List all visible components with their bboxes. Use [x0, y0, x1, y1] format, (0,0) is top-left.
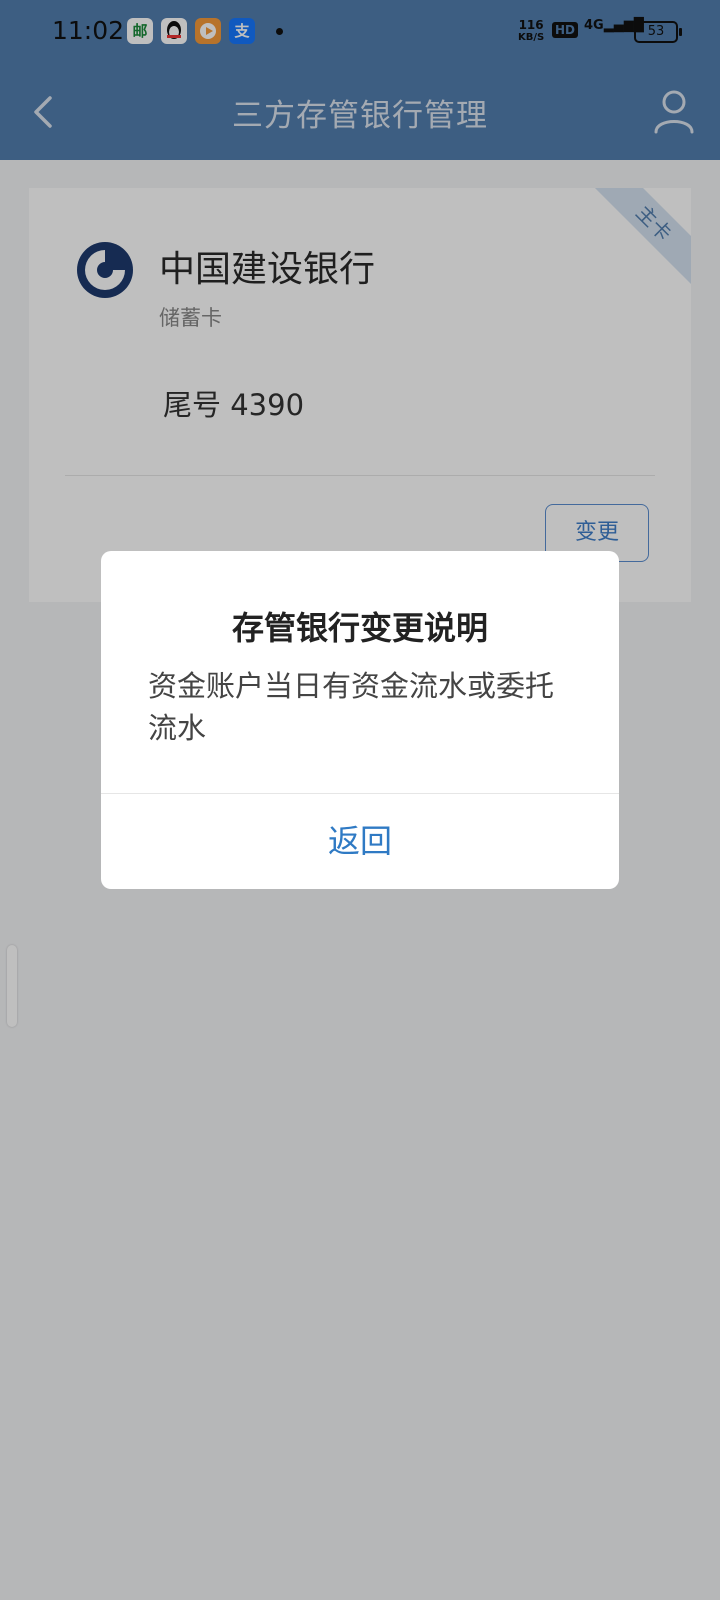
- dialog-message: 资金账户当日有资金流水或委托流水: [148, 669, 555, 745]
- bank-change-dialog: 存管银行变更说明 资金账户当日有资金流水或委托流水 返回: [101, 551, 619, 889]
- return-button[interactable]: 返回: [101, 794, 619, 889]
- dialog-title: 存管银行变更说明: [231, 609, 488, 647]
